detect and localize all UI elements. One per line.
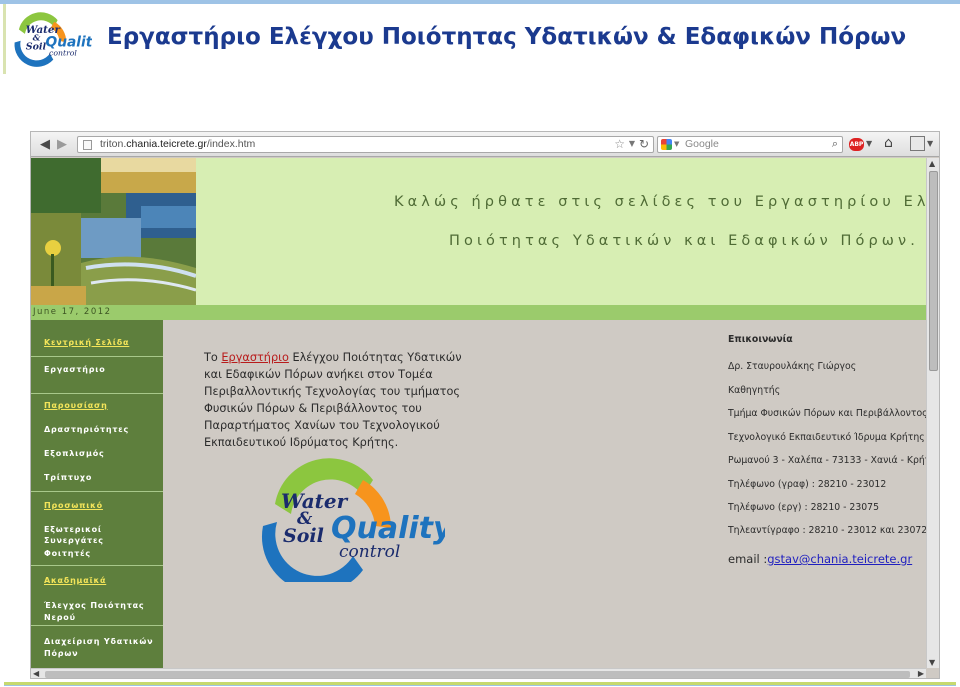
svg-text:control: control [49,48,77,57]
main-content: Το Εργαστήριο Ελέγχου Ποιότητας Υδατικών… [163,320,936,668]
scroll-right-icon[interactable]: ▶ [918,669,924,678]
intro-paragraph: Το Εργαστήριο Ελέγχου Ποιότητας Υδατικών… [204,351,462,449]
slide-top-border [0,0,960,4]
date-bar: June 17, 2012 [31,305,926,320]
adblock-icon[interactable]: ABP [849,138,864,151]
sidebar-item-water-quality-control[interactable]: Έλεγχος Ποιότητας Νερού [31,590,163,626]
email-link[interactable]: gstav@chania.teicrete.gr [767,552,912,566]
url-dropdown-icon[interactable]: ▼ [629,139,635,148]
contact-fax: Τηλεαντίγραφο : 28210 - 23012 και 23072 [728,525,928,536]
forward-arrow-icon[interactable]: ▶ [53,135,71,153]
vertical-scroll-thumb[interactable] [929,171,938,371]
sidebar-item-home[interactable]: Κεντρική Σελίδα [31,320,163,357]
web-page: Καλώς ήρθατε στις σελίδες του Εργαστηρίο… [31,158,939,668]
svg-text:Water: Water [281,489,349,513]
contact-institution: Τεχνολογικό Εκπαιδευτικό Ίδρυμα Κρήτης [728,432,925,443]
svg-text:Quality: Quality [331,511,445,546]
contact-email-line: email :gstav@chania.teicrete.gr [728,552,913,566]
page-date: June 17, 2012 [33,307,112,317]
tools-icon[interactable] [910,136,925,151]
vertical-scrollbar[interactable]: ▲ ▼ [926,158,939,668]
url-text: triton.chania.teicrete.gr/index.htm [100,138,256,150]
contact-department: Τμήμα Φυσικών Πόρων και Περιβάλλοντος [728,408,928,419]
address-bar[interactable]: triton.chania.teicrete.gr/index.htm ☆ ▼ … [77,136,654,153]
slide-title: Εργαστήριο Ελέγχου Ποιότητας Υδατικών & … [107,24,907,50]
sidebar-item-brochure[interactable]: Τρίπτυχο [31,466,163,492]
scroll-down-icon[interactable]: ▼ [929,658,935,667]
bookmark-star-icon[interactable]: ☆ [614,137,625,151]
slide-bottom-border-thin [4,685,956,686]
water-soil-quality-logo-large: Water & Soil Quality control [261,458,445,582]
search-engine-dropdown-icon[interactable]: ▼ [674,140,679,148]
sidebar-nav: Κεντρική Σελίδα Εργαστήριο Παρουσίαση Δρ… [31,320,163,668]
sidebar-item-laboratory[interactable]: Εργαστήριο [31,357,163,394]
sidebar-item-equipment[interactable]: Εξοπλισμός [31,442,163,466]
sidebar-item-academics[interactable]: Ακαδημαϊκά [31,566,163,590]
browser-toolbar: ◀ ▶ triton.chania.teicrete.gr/index.htm … [31,132,939,157]
sidebar-item-activities[interactable]: Δραστηριότητες [31,418,163,442]
page-icon [83,140,92,150]
search-placeholder: Google [685,138,719,150]
google-icon[interactable] [661,139,672,150]
welcome-heading-line1: Καλώς ήρθατε στις σελίδες του Εργαστηρίο… [394,194,940,210]
tools-dropdown-icon[interactable]: ▼ [927,139,933,148]
search-bar[interactable]: ▼ Google ⌕ [657,136,843,153]
scroll-up-icon[interactable]: ▲ [929,159,935,168]
laboratory-link[interactable]: Εργαστήριο [221,351,288,364]
svg-text:Soil: Soil [283,525,324,547]
back-arrow-icon[interactable]: ◀ [35,135,55,153]
contact-heading: Επικοινωνία [728,334,793,345]
horizontal-scroll-thumb[interactable] [45,671,910,678]
contact-address: Ρωμανού 3 - Χαλέπα - 73133 - Χανιά - Κρή… [728,455,937,466]
svg-text:control: control [339,542,400,562]
horizontal-scrollbar[interactable]: ◀ ▶ [31,668,926,678]
browser-window: ◀ ▶ triton.chania.teicrete.gr/index.htm … [30,131,940,679]
home-icon[interactable]: ⌂ [884,135,893,151]
sidebar-item-external-partners[interactable]: Εξωτερικοί Συνεργάτες [31,516,163,545]
water-soil-quality-logo: Water & Soil Quality control [12,12,92,67]
contact-phone-office: Τηλέφωνο (γραφ) : 28210 - 23012 [728,479,887,490]
contact-name: Δρ. Σταυρουλάκης Γιώργος [728,361,857,372]
svg-text:Water: Water [26,24,62,36]
svg-text:Soil: Soil [26,41,47,52]
contact-phone-lab: Τηλέφωνο (εργ) : 28210 - 23075 [728,502,879,513]
nature-collage-image [31,158,196,305]
page-banner: Καλώς ήρθατε στις σελίδες του Εργαστηρίο… [31,158,939,305]
welcome-heading-line2: Ποιότητας Υδατικών και Εδαφικών Πόρων. [449,233,919,249]
contact-title: Καθηγητής [728,385,781,396]
sidebar-item-staff[interactable]: Προσωπικό [31,492,163,516]
reload-icon[interactable]: ↻ [639,137,649,151]
sidebar-item-presentation[interactable]: Παρουσίαση [31,394,163,418]
search-icon[interactable]: ⌕ [832,137,838,151]
sidebar-item-students[interactable]: Φοιτητές [31,540,163,566]
sidebar-item-water-resources-management[interactable]: Διαχείριση Υδατικών Πόρων [31,626,163,666]
scroll-left-icon[interactable]: ◀ [33,669,39,678]
adblock-dropdown-icon[interactable]: ▼ [866,139,872,148]
